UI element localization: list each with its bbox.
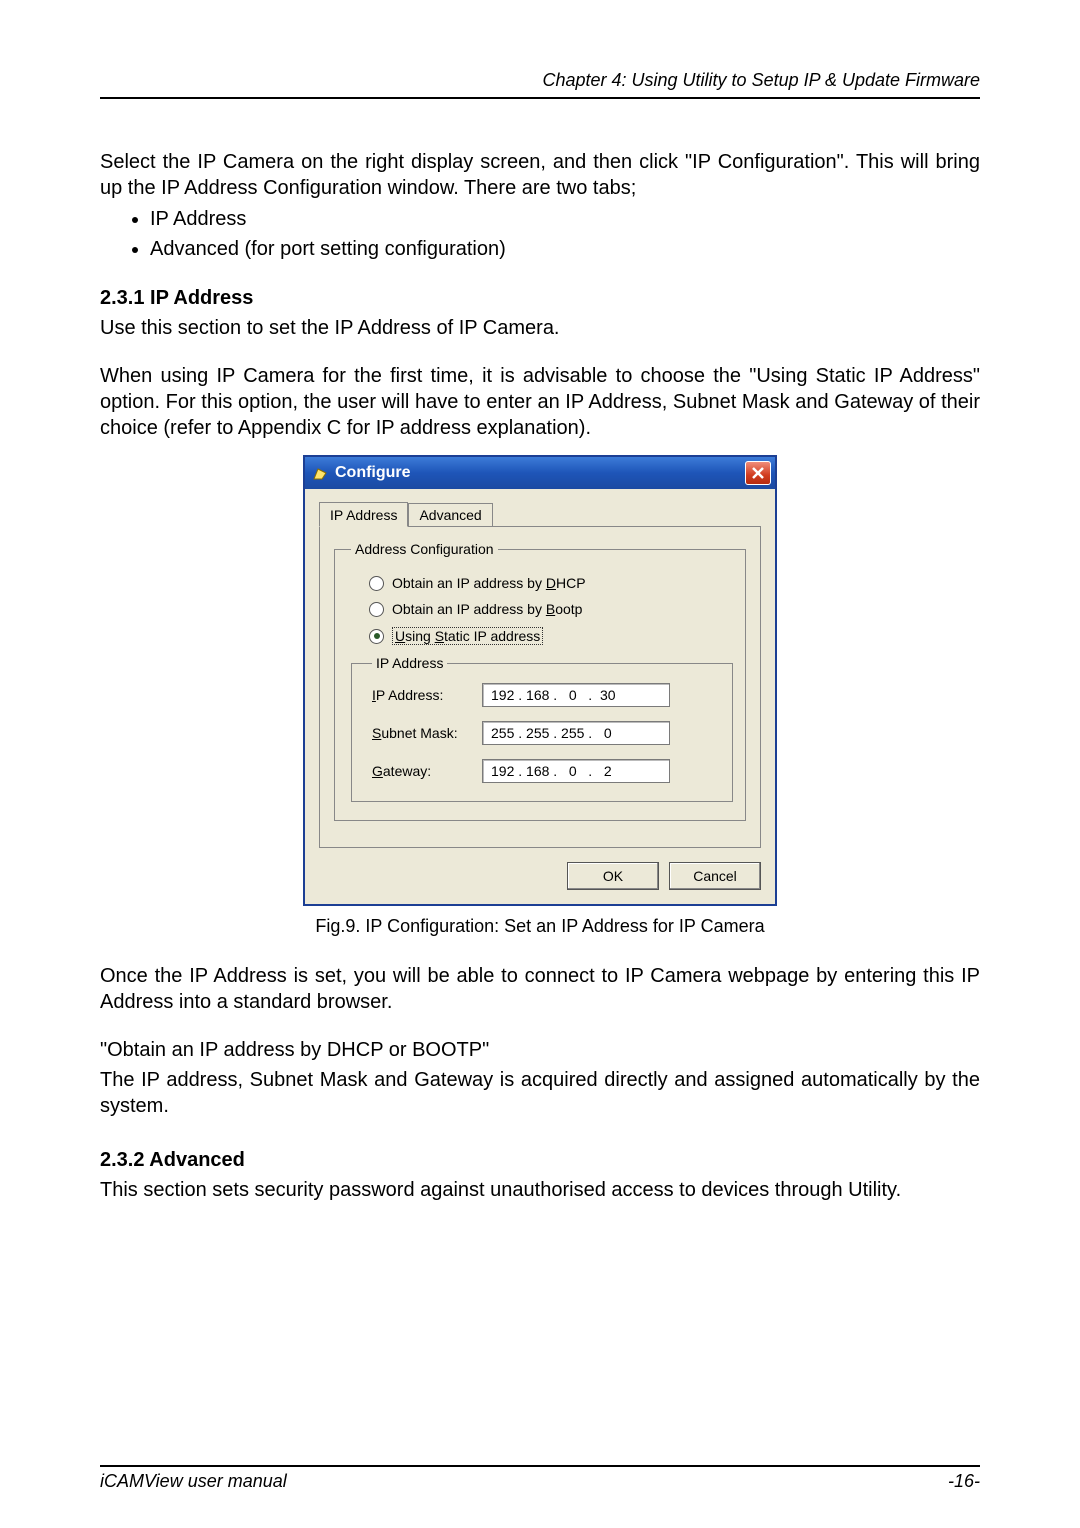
ok-button[interactable]: OK bbox=[567, 862, 659, 890]
radio-bootp-label: Obtain an IP address by Bootp bbox=[392, 601, 582, 617]
radio-icon bbox=[369, 629, 384, 644]
section-231-p2: When using IP Camera for the first time,… bbox=[100, 363, 980, 441]
figure-caption: Fig.9. IP Configuration: Set an IP Addre… bbox=[100, 916, 980, 937]
ip-address-field[interactable]: 192 . 168 . 0 . 30 bbox=[482, 683, 670, 707]
tab-panel: Address Configuration Obtain an IP addre… bbox=[319, 526, 761, 848]
radio-dhcp-label: Obtain an IP address by DHCP bbox=[392, 575, 586, 591]
dialog-titlebar[interactable]: Configure bbox=[305, 457, 775, 489]
ip-address-legend: IP Address bbox=[372, 655, 447, 671]
tab-ip-address[interactable]: IP Address bbox=[319, 502, 408, 527]
radio-dhcp[interactable]: Obtain an IP address by DHCP bbox=[369, 575, 733, 591]
footer-right: -16- bbox=[948, 1471, 980, 1492]
radio-bootp[interactable]: Obtain an IP address by Bootp bbox=[369, 601, 733, 617]
ip-address-value: 192 . 168 . 0 . 30 bbox=[491, 687, 616, 703]
footer-left: iCAMView user manual bbox=[100, 1471, 287, 1492]
dialog-title: Configure bbox=[335, 464, 411, 482]
cancel-label: Cancel bbox=[693, 868, 737, 884]
subnet-mask-value: 255 . 255 . 255 . 0 bbox=[491, 725, 612, 741]
tab-ip-label: IP Address bbox=[330, 507, 397, 523]
page-footer: iCAMView user manual -16- bbox=[100, 1465, 980, 1492]
intro-paragraph: Select the IP Camera on the right displa… bbox=[100, 149, 980, 201]
bullet-advanced: Advanced (for port setting configuration… bbox=[150, 235, 980, 263]
bullet-ip-address: IP Address bbox=[150, 205, 980, 233]
address-configuration-group: Address Configuration Obtain an IP addre… bbox=[334, 541, 746, 821]
cancel-button[interactable]: Cancel bbox=[669, 862, 761, 890]
close-button[interactable] bbox=[745, 461, 771, 485]
radio-icon bbox=[369, 602, 384, 617]
page-header: Chapter 4: Using Utility to Setup IP & U… bbox=[100, 70, 980, 99]
tab-advanced[interactable]: Advanced bbox=[408, 503, 492, 526]
tabs-row: IP Address Advanced bbox=[319, 501, 761, 526]
after-p3: The IP address, Subnet Mask and Gateway … bbox=[100, 1067, 980, 1119]
label-ip-address: IP Address: bbox=[372, 687, 482, 703]
label-gateway: Gateway: bbox=[372, 763, 482, 779]
configure-dialog: Configure IP Address Advanced bbox=[303, 455, 777, 906]
close-icon bbox=[751, 466, 765, 480]
after-p2: "Obtain an IP address by DHCP or BOOTP" bbox=[100, 1037, 980, 1063]
after-p1: Once the IP Address is set, you will be … bbox=[100, 963, 980, 1015]
radio-static-label: Using Static IP address bbox=[392, 627, 543, 645]
section-231-title: 2.3.1 IP Address bbox=[100, 285, 980, 311]
gateway-field[interactable]: 192 . 168 . 0 . 2 bbox=[482, 759, 670, 783]
address-configuration-legend: Address Configuration bbox=[351, 541, 498, 557]
section-232-title: 2.3.2 Advanced bbox=[100, 1147, 980, 1173]
configure-icon bbox=[311, 464, 329, 482]
ip-address-group: IP Address IP Address: 192 . 168 . 0 . 3… bbox=[351, 655, 733, 802]
gateway-value: 192 . 168 . 0 . 2 bbox=[491, 763, 612, 779]
radio-icon bbox=[369, 576, 384, 591]
section-232-p1: This section sets security password agai… bbox=[100, 1177, 980, 1203]
ok-label: OK bbox=[603, 868, 623, 884]
intro-bullets: IP Address Advanced (for port setting co… bbox=[150, 205, 980, 263]
label-subnet-mask: Subnet Mask: bbox=[372, 725, 482, 741]
radio-static[interactable]: Using Static IP address bbox=[369, 627, 733, 645]
section-231-p1: Use this section to set the IP Address o… bbox=[100, 315, 980, 341]
subnet-mask-field[interactable]: 255 . 255 . 255 . 0 bbox=[482, 721, 670, 745]
chapter-title: Chapter 4: Using Utility to Setup IP & U… bbox=[542, 70, 980, 90]
tab-advanced-label: Advanced bbox=[419, 507, 481, 523]
